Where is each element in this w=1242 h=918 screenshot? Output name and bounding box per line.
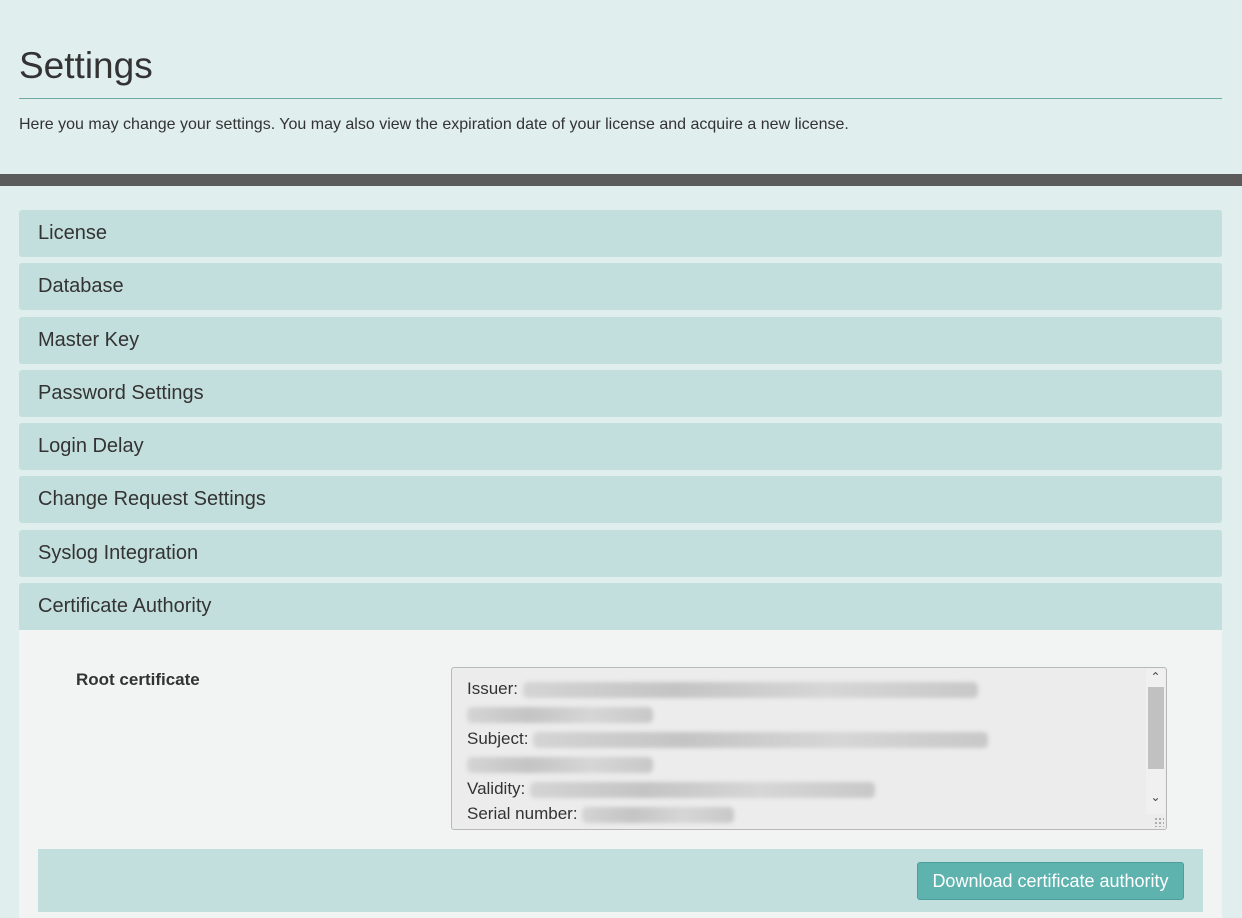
accordion-syslog-integration[interactable]: Syslog Integration — [19, 530, 1222, 577]
chevron-down-icon[interactable]: ⌄ — [1146, 789, 1165, 806]
issuer-label: Issuer: — [467, 679, 519, 698]
validity-label: Validity: — [467, 779, 526, 798]
redacted-issuer-email — [467, 706, 653, 723]
accordion-password-settings[interactable]: Password Settings — [19, 370, 1222, 417]
root-certificate-textarea[interactable]: Issuer: Subject: Validity: Serial number… — [451, 667, 1167, 830]
accordion-license[interactable]: License — [19, 210, 1222, 257]
accordion-database[interactable]: Database — [19, 263, 1222, 310]
textarea-scrollbar[interactable]: ⌃ ⌄ — [1146, 669, 1165, 814]
root-certificate-label: Root certificate — [76, 670, 200, 689]
validity-line: Validity: — [467, 776, 875, 801]
redacted-serial-number — [582, 806, 735, 823]
accordion-master-key[interactable]: Master Key — [19, 317, 1222, 364]
redacted-subject — [533, 731, 989, 748]
certificate-authority-panel: Root certificate Issuer: Subject: Validi… — [19, 630, 1222, 918]
panel-footer: Download certificate authority — [38, 849, 1203, 912]
chevron-up-icon[interactable]: ⌃ — [1146, 669, 1165, 686]
download-certificate-authority-button[interactable]: Download certificate authority — [917, 862, 1184, 900]
page-title: Settings — [19, 45, 153, 86]
resize-grip-icon[interactable] — [1154, 817, 1164, 827]
subject-line-continued — [467, 751, 653, 776]
issuer-line: Issuer: — [467, 676, 978, 701]
scrollbar-thumb[interactable] — [1148, 687, 1164, 769]
subject-line: Subject: — [467, 726, 989, 751]
redacted-issuer — [522, 681, 978, 698]
serial-number-label: Serial number: — [467, 804, 578, 823]
accordion-certificate-authority[interactable]: Certificate Authority — [19, 583, 1222, 630]
issuer-line-continued — [467, 701, 653, 726]
section-divider-bar — [0, 174, 1242, 186]
redacted-validity — [530, 781, 875, 798]
redacted-subject-email — [467, 756, 653, 773]
subject-label: Subject: — [467, 729, 529, 748]
title-divider — [19, 98, 1222, 99]
page-description: Here you may change your settings. You m… — [19, 116, 849, 133]
accordion-login-delay[interactable]: Login Delay — [19, 423, 1222, 470]
accordion-change-request-settings[interactable]: Change Request Settings — [19, 476, 1222, 523]
serial-number-line: Serial number: — [467, 801, 735, 826]
